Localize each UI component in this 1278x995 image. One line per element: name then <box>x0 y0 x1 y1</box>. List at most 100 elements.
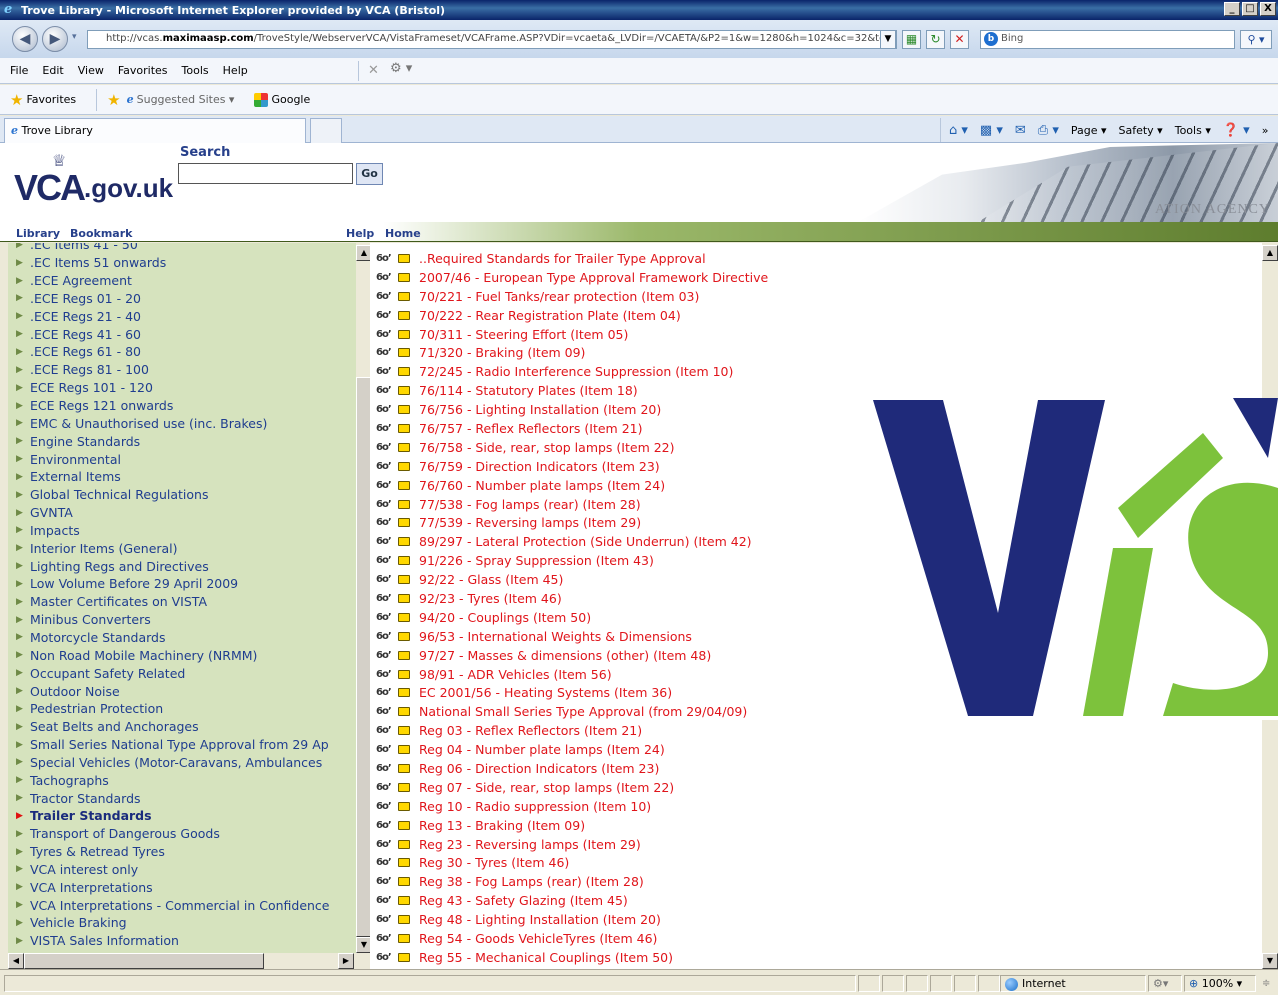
compatibility-view-icon[interactable]: ▦ <box>902 30 921 49</box>
vca-logo[interactable]: ♕ VCA .gov.uk <box>14 151 179 215</box>
tree-item[interactable]: ▶ Non Road Mobile Machinery (NRMM) <box>8 646 370 664</box>
refresh-icon[interactable]: ↻ <box>926 30 945 49</box>
document-item[interactable]: 6oʼ Reg 30 - Tyres (Item 46) <box>370 854 1278 873</box>
document-item[interactable]: 6oʼ 71/320 - Braking (Item 09) <box>370 343 1278 362</box>
view-glasses-icon[interactable]: 6oʼ <box>376 423 398 434</box>
document-item[interactable]: 6oʼ Reg 54 - Goods VehicleTyres (Item 46) <box>370 929 1278 948</box>
view-glasses-icon[interactable]: 6oʼ <box>376 895 398 906</box>
search-button[interactable]: ⚲ ▾ <box>1240 30 1272 49</box>
chevron-more-icon[interactable]: » <box>1262 124 1269 137</box>
scroll-thumb[interactable] <box>356 377 370 937</box>
tree-item[interactable]: ▶ Occupant Safety Related <box>8 664 370 682</box>
tree-item[interactable]: ▶ ECE Regs 101 - 120 <box>8 379 370 397</box>
home-link[interactable]: Home <box>385 227 421 240</box>
maximize-button[interactable]: □ <box>1242 2 1258 16</box>
address-input[interactable]: http://vcas.maximaasp.com/TroveStyle/Web… <box>87 30 897 49</box>
view-glasses-icon[interactable]: 6oʼ <box>376 933 398 944</box>
tree-item[interactable]: ▶ Tyres & Retread Tyres <box>8 843 370 861</box>
view-glasses-icon[interactable]: 6oʼ <box>376 650 398 661</box>
scroll-up-button[interactable]: ▲ <box>356 245 370 261</box>
close-search-icon[interactable]: ✕ <box>368 63 379 78</box>
scroll-down-button[interactable]: ▼ <box>1262 953 1278 969</box>
view-glasses-icon[interactable]: 6oʼ <box>376 329 398 340</box>
tree-item[interactable]: ▶ Special Vehicles (Motor-Caravans, Ambul… <box>8 753 370 771</box>
view-glasses-icon[interactable]: 6oʼ <box>376 669 398 680</box>
convert-icon[interactable]: ⚙ ▾ <box>390 61 412 76</box>
view-glasses-icon[interactable]: 6oʼ <box>376 593 398 604</box>
view-glasses-icon[interactable]: 6oʼ <box>376 347 398 358</box>
document-link[interactable]: 92/23 - Tyres (Item 46) <box>419 591 562 606</box>
document-link[interactable]: Reg 48 - Lighting Installation (Item 20) <box>419 912 661 927</box>
view-glasses-icon[interactable]: 6oʼ <box>376 744 398 755</box>
tree-item[interactable]: ▶ .ECE Regs 61 - 80 <box>8 343 370 361</box>
view-glasses-icon[interactable]: 6oʼ <box>376 461 398 472</box>
menu-file[interactable]: File <box>10 64 28 77</box>
document-link[interactable]: 76/758 - Side, rear, stop lamps (Item 22… <box>419 440 675 455</box>
forward-button[interactable]: ▶ <box>42 26 68 52</box>
document-link[interactable]: Reg 43 - Safety Glazing (Item 45) <box>419 893 628 908</box>
document-link[interactable]: 76/760 - Number plate lamps (Item 24) <box>419 478 665 493</box>
document-item[interactable]: 6oʼ Reg 38 - Fog Lamps (rear) (Item 28) <box>370 872 1278 891</box>
tree-item[interactable]: ▶ Interior Items (General) <box>8 539 370 557</box>
view-glasses-icon[interactable]: 6oʼ <box>376 517 398 528</box>
site-search-input[interactable] <box>178 163 353 184</box>
document-link[interactable]: 71/320 - Braking (Item 09) <box>419 345 585 360</box>
google-favorite-link[interactable]: Google <box>254 92 310 107</box>
close-button[interactable]: X <box>1260 2 1276 16</box>
zoom-control[interactable]: ⊕ 100% ▾ <box>1184 975 1256 992</box>
document-link[interactable]: Reg 03 - Reflex Reflectors (Item 21) <box>419 723 642 738</box>
menu-favorites[interactable]: Favorites <box>118 64 168 77</box>
document-item[interactable]: 6oʼ 70/222 - Rear Registration Plate (Ite… <box>370 306 1278 325</box>
tree-item[interactable]: ▶ Small Series National Type Approval fro… <box>8 736 370 754</box>
document-link[interactable]: Reg 06 - Direction Indicators (Item 23) <box>419 761 659 776</box>
view-glasses-icon[interactable]: 6oʼ <box>376 763 398 774</box>
tree-item[interactable]: ▶ Outdoor Noise <box>8 682 370 700</box>
document-link[interactable]: EC 2001/56 - Heating Systems (Item 36) <box>419 685 672 700</box>
document-item[interactable]: 6oʼ Reg 43 - Safety Glazing (Item 45) <box>370 891 1278 910</box>
document-item[interactable]: 6oʼ Reg 55 - Mechanical Couplings (Item 5… <box>370 948 1278 967</box>
view-glasses-icon[interactable]: 6oʼ <box>376 839 398 850</box>
document-link[interactable]: 76/759 - Direction Indicators (Item 23) <box>419 459 660 474</box>
view-glasses-icon[interactable]: 6oʼ <box>376 687 398 698</box>
view-glasses-icon[interactable]: 6oʼ <box>376 914 398 925</box>
document-link[interactable]: 92/22 - Glass (Item 45) <box>419 572 563 587</box>
tree-item[interactable]: ▶ .ECE Regs 01 - 20 <box>8 290 370 308</box>
document-link[interactable]: National Small Series Type Approval (fro… <box>419 704 747 719</box>
view-glasses-icon[interactable]: 6oʼ <box>376 499 398 510</box>
mail-icon[interactable]: ✉ <box>1015 123 1026 138</box>
document-link[interactable]: 77/538 - Fog lamps (rear) (Item 28) <box>419 497 641 512</box>
document-link[interactable]: 76/114 - Statutory Plates (Item 18) <box>419 383 638 398</box>
document-item[interactable]: 6oʼ 2007/46 - European Type Approval Fram… <box>370 268 1278 287</box>
document-link[interactable]: 70/221 - Fuel Tanks/rear protection (Ite… <box>419 289 699 304</box>
add-favorite-icon[interactable]: ★ <box>107 91 120 109</box>
document-link[interactable]: Reg 55 - Mechanical Couplings (Item 50) <box>419 950 673 965</box>
scroll-left-button[interactable]: ◀ <box>8 953 24 969</box>
bookmark-link[interactable]: Bookmark <box>70 227 132 240</box>
view-glasses-icon[interactable]: 6oʼ <box>376 385 398 396</box>
view-glasses-icon[interactable]: 6oʼ <box>376 253 398 264</box>
tree-item[interactable]: ▶ VCA interest only <box>8 861 370 879</box>
document-link[interactable]: 72/245 - Radio Interference Suppression … <box>419 364 733 379</box>
document-item[interactable]: 6oʼ Reg 07 - Side, rear, stop lamps (Item… <box>370 778 1278 797</box>
document-item[interactable]: 6oʼ 70/221 - Fuel Tanks/rear protection (… <box>370 287 1278 306</box>
document-link[interactable]: 70/222 - Rear Registration Plate (Item 0… <box>419 308 681 323</box>
document-item[interactable]: 6oʼ 70/311 - Steering Effort (Item 05) <box>370 325 1278 344</box>
document-link[interactable]: 89/297 - Lateral Protection (Side Underr… <box>419 534 752 549</box>
menu-view[interactable]: View <box>78 64 104 77</box>
view-glasses-icon[interactable]: 6oʼ <box>376 801 398 812</box>
document-link[interactable]: 94/20 - Couplings (Item 50) <box>419 610 591 625</box>
library-link[interactable]: Library <box>16 227 60 240</box>
document-link[interactable]: 76/757 - Reflex Reflectors (Item 21) <box>419 421 642 436</box>
tree-item[interactable]: ▶ .ECE Agreement <box>8 272 370 290</box>
favorites-button[interactable]: ★ Favorites <box>10 91 76 109</box>
document-link[interactable]: Reg 10 - Radio suppression (Item 10) <box>419 799 651 814</box>
tree-item[interactable]: ▶ Impacts <box>8 522 370 540</box>
scroll-down-button[interactable]: ▼ <box>356 937 370 953</box>
help-icon[interactable]: ❓ ▾ <box>1223 123 1250 138</box>
document-link[interactable]: Reg 54 - Goods VehicleTyres (Item 46) <box>419 931 657 946</box>
view-glasses-icon[interactable]: 6oʼ <box>376 857 398 868</box>
document-link[interactable]: Reg 23 - Reversing lamps (Item 29) <box>419 837 641 852</box>
history-dropdown-icon[interactable]: ▾ <box>72 32 77 42</box>
tree-item[interactable]: ▶ GVNTA <box>8 504 370 522</box>
tools-menu[interactable]: Tools ▾ <box>1175 124 1211 137</box>
